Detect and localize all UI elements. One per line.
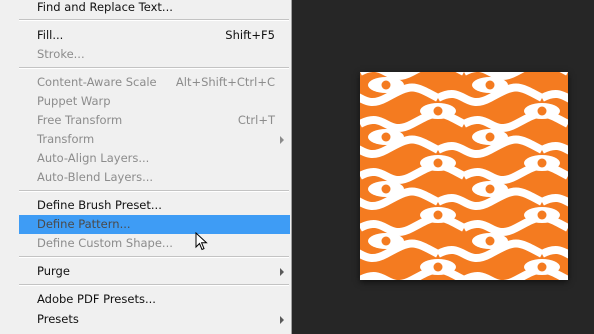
submenu-arrow-icon bbox=[280, 136, 284, 144]
menu-item-label: Transform bbox=[37, 132, 95, 146]
menu-item-find-and-replace-text[interactable]: Find and Replace Text... bbox=[19, 0, 290, 17]
menu-item-label: Find and Replace Text... bbox=[37, 0, 173, 14]
menu-item-presets[interactable]: Presets bbox=[19, 310, 290, 329]
menu-item-auto-align-layers[interactable]: Auto-Align Layers... bbox=[19, 149, 290, 168]
menu-item-label: Adobe PDF Presets... bbox=[37, 292, 156, 306]
menu-separator bbox=[19, 67, 289, 69]
menu-item-label: Fill... bbox=[37, 28, 64, 42]
menu-item-define-brush-preset[interactable]: Define Brush Preset... bbox=[19, 196, 290, 215]
menu-separator bbox=[19, 256, 289, 258]
menu-item-label: Auto-Blend Layers... bbox=[37, 170, 154, 184]
edit-menu: Find and Replace Text... Fill... Shift+F… bbox=[0, 0, 292, 334]
menu-item-content-aware-scale[interactable]: Content-Aware Scale Alt+Shift+Ctrl+C bbox=[19, 73, 290, 92]
menu-item-label: Purge bbox=[37, 264, 70, 278]
menu-item-shortcut: Alt+Shift+Ctrl+C bbox=[175, 75, 275, 89]
menu-separator bbox=[19, 19, 289, 21]
pattern-fill bbox=[360, 72, 568, 280]
menu-item-label: Auto-Align Layers... bbox=[37, 151, 150, 165]
menu-item-transform[interactable]: Transform bbox=[19, 130, 290, 149]
submenu-arrow-icon bbox=[280, 268, 284, 276]
menu-item-label: Define Pattern... bbox=[37, 217, 131, 231]
menu-item-shortcut: Ctrl+T bbox=[237, 113, 275, 127]
menu-item-label: Puppet Warp bbox=[37, 94, 111, 108]
menu-separator bbox=[19, 284, 289, 286]
menu-item-label: Define Custom Shape... bbox=[37, 236, 173, 250]
menu-item-label: Presets bbox=[37, 312, 79, 326]
menu-item-shortcut: Shift+F5 bbox=[225, 28, 275, 42]
menu-item-define-custom-shape[interactable]: Define Custom Shape... bbox=[19, 234, 290, 253]
menu-item-fill[interactable]: Fill... Shift+F5 bbox=[19, 26, 290, 45]
pattern-preview bbox=[360, 72, 568, 280]
menu-item-label: Content-Aware Scale bbox=[37, 75, 157, 89]
menu-item-label: Free Transform bbox=[37, 113, 123, 127]
menu-item-purge[interactable]: Purge bbox=[19, 262, 290, 281]
menu-item-free-transform[interactable]: Free Transform Ctrl+T bbox=[19, 111, 290, 130]
menu-item-stroke[interactable]: Stroke... bbox=[19, 45, 290, 64]
menu-item-label: Define Brush Preset... bbox=[37, 198, 162, 212]
mouse-pointer-icon bbox=[195, 232, 208, 251]
menu-separator bbox=[19, 190, 289, 192]
menu-item-adobe-pdf-presets[interactable]: Adobe PDF Presets... bbox=[19, 290, 290, 309]
menu-item-label: Stroke... bbox=[37, 47, 85, 61]
submenu-arrow-icon bbox=[280, 316, 284, 324]
menu-item-auto-blend-layers[interactable]: Auto-Blend Layers... bbox=[19, 168, 290, 187]
menu-item-puppet-warp[interactable]: Puppet Warp bbox=[19, 92, 290, 111]
menu-item-define-pattern[interactable]: Define Pattern... bbox=[19, 215, 290, 234]
